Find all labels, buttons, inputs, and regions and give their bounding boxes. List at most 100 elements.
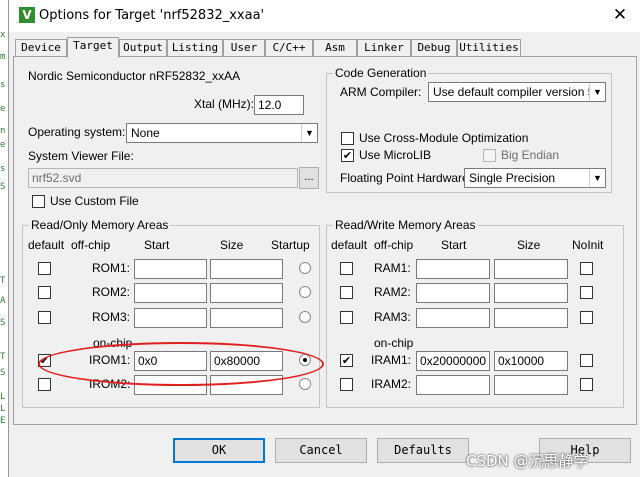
irom2-default-checkbox[interactable]: [38, 378, 51, 391]
irom1-startup-radio[interactable]: [299, 354, 311, 366]
irom1-start-input[interactable]: 0x0: [134, 351, 207, 371]
tab-c-cpp[interactable]: C/C++: [265, 39, 313, 57]
iram1-start-input[interactable]: 0x20000000: [416, 351, 490, 371]
ram-header-noinit: NoInit: [572, 238, 604, 252]
chevron-down-icon: ▼: [589, 169, 605, 187]
ram1-start-input[interactable]: [416, 259, 490, 279]
ram2-size-input[interactable]: [494, 283, 568, 303]
tab-device[interactable]: Device: [15, 39, 67, 57]
rom-onchip-label: on-chip: [93, 336, 133, 350]
tab-listing[interactable]: Listing: [167, 39, 223, 57]
rom2-label: ROM2:: [92, 285, 131, 299]
iram1-label: IRAM1:: [371, 353, 412, 367]
ram1-default-checkbox[interactable]: [340, 262, 353, 275]
iram1-default-checkbox[interactable]: ✔: [340, 354, 353, 367]
ok-button[interactable]: OK: [173, 438, 265, 463]
svd-browse-button[interactable]: ...: [299, 167, 319, 189]
rom3-default-checkbox[interactable]: [38, 311, 51, 324]
rom3-start-input[interactable]: [134, 308, 207, 328]
defaults-button[interactable]: Defaults: [377, 438, 469, 463]
background-code-char: s: [0, 164, 6, 174]
rom1-startup-radio[interactable]: [299, 262, 311, 274]
rom3-size-input[interactable]: [210, 308, 283, 328]
background-code-char: s: [0, 80, 6, 90]
xtal-label: Xtal (MHz):: [194, 97, 254, 111]
iram2-size-input[interactable]: [494, 375, 568, 395]
background-code-char: L: [0, 404, 6, 414]
svd-input[interactable]: nrf52.svd: [28, 168, 298, 188]
close-button[interactable]: ✕: [607, 4, 633, 26]
background-code-char: m: [0, 52, 6, 62]
background-code-char: S: [0, 368, 6, 378]
irom2-start-input[interactable]: [134, 375, 207, 395]
irom2-startup-radio[interactable]: [299, 378, 311, 390]
rom1-start-input[interactable]: [134, 259, 207, 279]
tab-asm[interactable]: Asm: [313, 39, 357, 57]
rom1-label: ROM1:: [92, 261, 131, 275]
rom2-startup-radio[interactable]: [299, 286, 311, 298]
os-label: Operating system:: [28, 125, 126, 139]
rom-group-title: Read/Only Memory Areas: [29, 218, 171, 232]
iram2-default-checkbox[interactable]: [340, 378, 353, 391]
iram1-noinit-checkbox[interactable]: [580, 354, 593, 367]
xtal-input[interactable]: 12.0: [254, 95, 304, 115]
code-generation-group: Code Generation ARM Compiler: Use defaul…: [326, 66, 612, 193]
microlib-checkbox[interactable]: ✔: [341, 149, 354, 162]
irom2-size-input[interactable]: [210, 375, 283, 395]
irom1-size-input[interactable]: 0x80000: [210, 351, 283, 371]
rom1-default-checkbox[interactable]: [38, 262, 51, 275]
code-generation-title: Code Generation: [333, 66, 429, 80]
tab-utilities[interactable]: Utilities: [457, 39, 521, 57]
iram1-size-input[interactable]: 0x10000: [494, 351, 568, 371]
fp-hardware-select[interactable]: Single Precision ▼: [464, 168, 606, 188]
os-select[interactable]: None ▼: [126, 123, 318, 143]
tab-output[interactable]: Output: [119, 39, 167, 57]
ram3-noinit-checkbox[interactable]: [580, 311, 593, 324]
rom3-label: ROM3:: [92, 310, 131, 324]
ram-group: Read/Write Memory Areas default off-chip…: [326, 218, 624, 408]
cross-module-checkbox[interactable]: [341, 132, 354, 145]
uvision-icon: V: [19, 7, 35, 23]
custom-file-checkbox[interactable]: [32, 195, 45, 208]
iram2-label: IRAM2:: [371, 377, 412, 391]
device-name: Nordic Semiconductor nRF52832_xxAA: [28, 69, 241, 83]
tab-debug[interactable]: Debug: [411, 39, 457, 57]
irom1-label: IROM1:: [89, 353, 131, 367]
tab-user[interactable]: User: [223, 39, 265, 57]
tab-linker[interactable]: Linker: [357, 39, 411, 57]
background-code-char: T: [0, 276, 6, 286]
ram2-start-input[interactable]: [416, 283, 490, 303]
irom2-label: IROM2:: [89, 377, 131, 391]
big-endian-checkbox[interactable]: [483, 149, 496, 162]
svd-label: System Viewer File:: [28, 149, 134, 163]
chevron-down-icon: ▼: [301, 124, 317, 142]
ram1-noinit-checkbox[interactable]: [580, 262, 593, 275]
cross-module-label: Use Cross-Module Optimization: [359, 131, 529, 145]
rom2-start-input[interactable]: [134, 283, 207, 303]
ram3-label: RAM3:: [374, 310, 411, 324]
background-code-char: n: [0, 126, 6, 136]
iram2-start-input[interactable]: [416, 375, 490, 395]
rom3-startup-radio[interactable]: [299, 311, 311, 323]
ram1-size-input[interactable]: [494, 259, 568, 279]
csdn-watermark: CSDN @沉思静学: [466, 452, 589, 470]
rom1-size-input[interactable]: [210, 259, 283, 279]
background-code-char: e: [0, 104, 6, 114]
ram3-start-input[interactable]: [416, 308, 490, 328]
ram2-noinit-checkbox[interactable]: [580, 286, 593, 299]
irom1-default-checkbox[interactable]: ✔: [38, 354, 51, 367]
cancel-button[interactable]: Cancel: [275, 438, 367, 463]
rom2-default-checkbox[interactable]: [38, 286, 51, 299]
ram3-size-input[interactable]: [494, 308, 568, 328]
window-title: Options for Target 'nrf52832_xxaa': [39, 8, 265, 23]
rom-header-startup: Startup: [271, 238, 310, 252]
background-code-char: S: [0, 318, 6, 328]
ram2-default-checkbox[interactable]: [340, 286, 353, 299]
iram2-noinit-checkbox[interactable]: [580, 378, 593, 391]
title-bar: V Options for Target 'nrf52832_xxaa' ✕: [9, 0, 640, 32]
tab-target[interactable]: Target: [67, 37, 119, 58]
rom2-size-input[interactable]: [210, 283, 283, 303]
arm-compiler-select[interactable]: Use default compiler version 5 ▼: [428, 82, 606, 102]
ram3-default-checkbox[interactable]: [340, 311, 353, 324]
chevron-down-icon: ▼: [589, 83, 605, 101]
